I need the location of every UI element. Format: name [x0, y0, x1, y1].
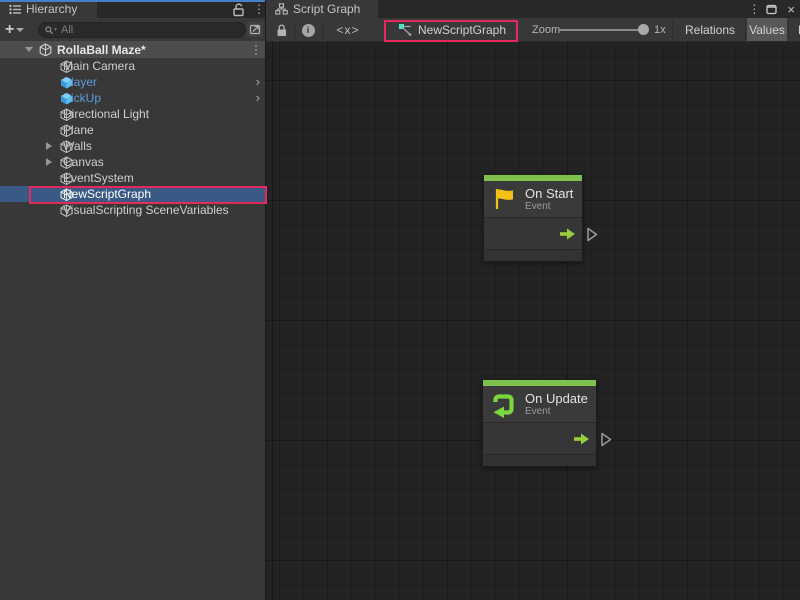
graph-asset-icon [398, 23, 412, 37]
flag-icon [491, 186, 517, 212]
search-input[interactable] [61, 24, 221, 36]
focused-panel-indicator [0, 0, 265, 2]
hierarchy-row-newscriptgraph[interactable]: NewScriptGraph [0, 186, 265, 202]
graph-canvas[interactable]: On Start Event [266, 42, 800, 600]
hierarchy-row-walls[interactable]: Walls [0, 138, 265, 154]
hierarchy-menu-icon[interactable]: ⋮ [253, 3, 261, 15]
node-on-start[interactable]: On Start Event [483, 174, 583, 262]
hierarchy-row-player[interactable]: Player › [0, 74, 265, 90]
flow-output-port[interactable] [585, 226, 599, 243]
hierarchy-toolbar: + [0, 18, 265, 41]
gameobject-cube-icon [60, 108, 73, 121]
maximize-icon[interactable] [766, 4, 777, 15]
hierarchy-list: Main Camera Player › PickUp › Direc [0, 58, 265, 218]
script-graph-tabbar: Script Graph ⋮ × [266, 0, 800, 18]
graph-lock-button[interactable] [270, 18, 292, 42]
node-header: On Update Event [483, 386, 596, 423]
hierarchy-row-pickup[interactable]: PickUp › [0, 90, 265, 106]
add-object-button[interactable]: + [5, 22, 24, 38]
hierarchy-item-label: EventSystem [63, 171, 134, 185]
search-icon [45, 26, 58, 35]
zoom-label: Zoom [532, 18, 560, 42]
loop-icon [490, 391, 517, 418]
info-icon: i [302, 24, 315, 37]
popout-icon [249, 23, 261, 35]
prefab-cube-icon [60, 92, 73, 105]
unlock-icon[interactable] [231, 2, 245, 17]
gameobject-cube-icon [60, 188, 73, 201]
hierarchy-row-directional-light[interactable]: Directional Light [0, 106, 265, 122]
script-graph-panel: Script Graph ⋮ × i <x> [265, 0, 800, 600]
tab-hierarchy-label: Hierarchy [26, 2, 77, 16]
scene-collapse-icon[interactable] [25, 47, 33, 52]
gameobject-cube-icon [60, 60, 73, 73]
hierarchy-row-eventsystem[interactable]: EventSystem [0, 170, 265, 186]
panel-menu-icon[interactable]: ⋮ [748, 3, 756, 15]
hierarchy-item-label: Main Camera [63, 59, 135, 73]
gameobject-cube-icon [60, 172, 73, 185]
tab-script-graph[interactable]: Script Graph [266, 0, 378, 18]
tab-script-graph-label: Script Graph [293, 2, 360, 16]
script-graph-icon [275, 3, 288, 15]
hierarchy-row-scenevariables[interactable]: VisualScripting SceneVariables [0, 202, 265, 218]
scene-header-row[interactable]: RollaBall Maze* ⋮ [0, 41, 265, 58]
breadcrumb-graph-button[interactable]: NewScriptGraph [391, 20, 513, 40]
flow-output-port[interactable] [599, 431, 613, 448]
prefab-cube-icon [60, 76, 73, 89]
scene-name: RollaBall Maze* [57, 43, 146, 57]
hierarchy-panel: Hierarchy ⋮ + [0, 0, 265, 600]
hierarchy-search-box[interactable] [38, 22, 246, 38]
prefab-chevron-icon[interactable]: › [256, 75, 260, 89]
node-footer [483, 455, 596, 466]
graph-toolbar: i <x> NewScriptGraph Zoom 1x Relations V… [266, 18, 800, 42]
hierarchy-tabbar: Hierarchy ⋮ [0, 0, 265, 18]
expand-arrow-icon[interactable] [46, 158, 52, 166]
gameobject-cube-icon [60, 140, 73, 153]
scene-menu-icon[interactable]: ⋮ [250, 44, 258, 56]
node-body [484, 218, 582, 250]
flow-arrow-icon [573, 433, 590, 445]
hierarchy-list-icon [9, 4, 21, 15]
hierarchy-item-label: VisualScripting SceneVariables [63, 203, 229, 217]
chevron-down-icon [16, 28, 24, 32]
node-subtitle: Event [525, 406, 588, 418]
variables-toggle-button[interactable]: <x> [334, 18, 362, 42]
zoom-slider-handle[interactable] [638, 24, 649, 35]
lock-icon [275, 23, 288, 37]
graph-info-button[interactable]: i [296, 18, 320, 42]
breadcrumb-label: NewScriptGraph [418, 23, 506, 37]
hierarchy-row-plane[interactable]: Plane [0, 122, 265, 138]
flow-arrow-icon [559, 228, 576, 240]
search-popout-button[interactable] [247, 21, 263, 37]
gameobject-cube-icon [60, 156, 73, 169]
node-footer [484, 250, 582, 261]
zoom-slider-track[interactable] [558, 29, 648, 31]
plus-icon: + [5, 22, 14, 38]
gameobject-cube-icon [60, 124, 73, 137]
close-icon[interactable]: × [787, 3, 795, 16]
dim-toggle-button[interactable]: Dim [790, 18, 800, 42]
zoom-value: 1x [654, 18, 666, 42]
unity-scene-icon [39, 43, 52, 56]
node-title: On Start [525, 186, 573, 201]
hierarchy-item-label: Directional Light [63, 107, 149, 121]
hierarchy-row-main-camera[interactable]: Main Camera [0, 58, 265, 74]
node-subtitle: Event [525, 201, 573, 213]
variables-icon: <x> [336, 23, 359, 37]
hierarchy-item-label: NewScriptGraph [63, 187, 151, 201]
hierarchy-row-canvas[interactable]: Canvas [0, 154, 265, 170]
tab-hierarchy[interactable]: Hierarchy [0, 0, 97, 18]
node-header: On Start Event [484, 181, 582, 218]
gameobject-cube-icon [60, 204, 73, 217]
prefab-chevron-icon[interactable]: › [256, 91, 260, 105]
values-toggle-button[interactable]: Values [747, 18, 787, 42]
relations-toggle-button[interactable]: Relations [676, 18, 744, 42]
node-body [483, 423, 596, 455]
node-on-update[interactable]: On Update Event [482, 379, 597, 467]
expand-arrow-icon[interactable] [46, 142, 52, 150]
node-title: On Update [525, 391, 588, 406]
